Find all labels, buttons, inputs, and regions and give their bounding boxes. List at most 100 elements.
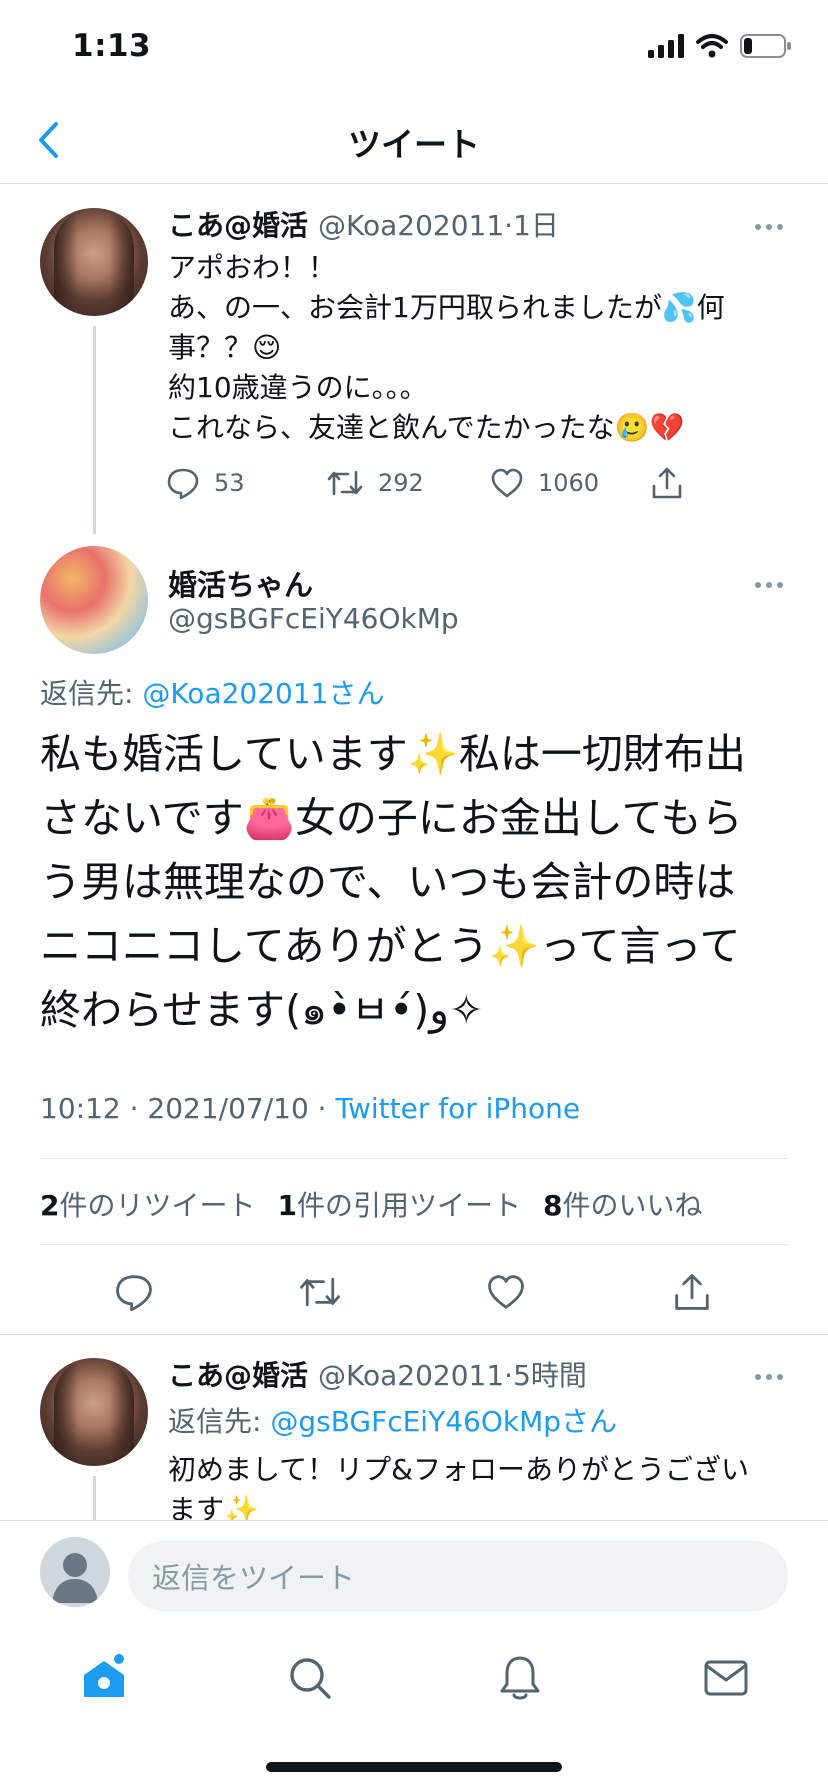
main-actions bbox=[0, 1262, 828, 1322]
status-time: 1:13 bbox=[72, 28, 152, 64]
likes-stat[interactable]: 8件のいいね bbox=[543, 1184, 703, 1224]
wifi-icon bbox=[696, 34, 728, 58]
retweets-stat-count: 2 bbox=[40, 1189, 60, 1222]
tweet1-line: 事？？😌 bbox=[168, 331, 282, 364]
notifications-icon bbox=[500, 1656, 540, 1700]
likes-stat-label: 件のいいね bbox=[562, 1189, 703, 1222]
avatar-koa[interactable] bbox=[40, 1358, 148, 1466]
main-tweet-line: さないです👛女の子にお金出してもら bbox=[40, 794, 743, 842]
home-indicator bbox=[266, 1762, 562, 1772]
reply-input[interactable]: 返信をツイート bbox=[128, 1541, 788, 1611]
tweet3-author-name[interactable]: こあ@婚活 bbox=[168, 1354, 308, 1394]
thread-line bbox=[93, 326, 96, 534]
quotes-stat[interactable]: 1件の引用ツイート bbox=[278, 1184, 522, 1224]
main-retweet-button[interactable] bbox=[290, 1262, 350, 1322]
tweet1-text: アポおわ！！ あ、の一、お会計1万円取られましたが💦何 事？？😌 約10歳違うの… bbox=[168, 248, 788, 448]
main-tweet-text: 私も婚活しています✨私は一切財布出 さないです👛女の子にお金出してもら う男は無… bbox=[40, 722, 800, 1042]
retweets-stat-label: 件のリツイート bbox=[59, 1189, 256, 1222]
tweet1-line: アポおわ！！ bbox=[168, 251, 337, 284]
tweet1-line: あ、の一、お会計1万円取られましたが💦何 bbox=[168, 291, 725, 324]
main-tweet-line: 私も婚活しています✨私は一切財布出 bbox=[40, 730, 746, 778]
tweet1-reply-count: 53 bbox=[214, 469, 245, 497]
retweet-icon bbox=[300, 1277, 340, 1307]
quotes-stat-count: 1 bbox=[277, 1189, 297, 1222]
battery-icon bbox=[740, 34, 791, 58]
source-link[interactable]: Twitter for iPhone bbox=[335, 1092, 580, 1125]
main-author-name[interactable]: 婚活ちゃん bbox=[168, 562, 313, 604]
tweet1-line: これなら、友達と飲んでたかったな🥲💔 bbox=[168, 411, 685, 444]
tab-home[interactable] bbox=[74, 1648, 134, 1708]
tweet3-reply-to: 返信先: @gsBGFcEiY46OkMpさん bbox=[168, 1400, 617, 1440]
tweet1-retweet-count: 292 bbox=[378, 469, 424, 497]
retweets-stat[interactable]: 2件のリツイート bbox=[40, 1184, 256, 1224]
tweet1-time: ·1日 bbox=[504, 209, 559, 242]
share-icon bbox=[652, 467, 682, 499]
main-timestamp: 10:12 · 2021/07/10 · Twitter for iPhone bbox=[40, 1092, 580, 1125]
reply-to-prefix: 返信先: bbox=[168, 1405, 271, 1438]
divider bbox=[0, 1334, 828, 1335]
timestamp-text: 10:12 · 2021/07/10 · bbox=[40, 1092, 336, 1125]
tweet3-header: こあ@婚活 @Koa202011 ·5時間 bbox=[168, 1354, 587, 1394]
tweet3-time: ·5時間 bbox=[504, 1359, 587, 1392]
tweet1-retweet-button[interactable]: 292 bbox=[326, 468, 490, 498]
tweet3-author-handle[interactable]: @Koa202011 bbox=[318, 1359, 504, 1392]
tweet1-header: こあ@婚活 @Koa202011 ·1日 bbox=[168, 204, 559, 244]
likes-stat-count: 8 bbox=[543, 1189, 563, 1222]
tab-messages[interactable] bbox=[696, 1648, 756, 1708]
status-bar: 1:13 bbox=[0, 0, 828, 96]
tweet3-text: 初めまして！リプ&フォローありがとうござい ます✨ bbox=[168, 1450, 788, 1520]
tweet1-like-count: 1060 bbox=[538, 469, 600, 497]
reply-to-link[interactable]: @gsBGFcEiY46OkMpさん bbox=[270, 1405, 617, 1438]
user-avatar[interactable] bbox=[40, 1537, 110, 1607]
like-icon bbox=[491, 468, 523, 498]
tweet1-reply-button[interactable]: 53 bbox=[166, 466, 326, 500]
main-tweet-line: 終わらせます(๑•̀ㅂ•́)و✧ bbox=[40, 986, 484, 1034]
tweet1-author-name[interactable]: こあ@婚活 bbox=[168, 204, 308, 244]
main-like-button[interactable] bbox=[476, 1262, 536, 1322]
main-more-button[interactable] bbox=[754, 566, 784, 596]
main-reply-to: 返信先: @Koa202011さん bbox=[40, 672, 385, 712]
thread-line bbox=[93, 1476, 96, 1520]
tab-bar bbox=[0, 1620, 828, 1740]
page-title: ツイート bbox=[348, 125, 480, 164]
avatar-konkatsu[interactable] bbox=[40, 546, 148, 654]
retweet-icon bbox=[327, 470, 363, 496]
more-icon bbox=[755, 1374, 783, 1380]
main-stats: 2件のリツイート 1件の引用ツイート 8件のいいね bbox=[40, 1184, 703, 1224]
tweet1-like-button[interactable]: 1060 bbox=[490, 467, 650, 499]
reply-icon bbox=[116, 1275, 152, 1312]
main-tweet-line: ニコニコしてありがとう✨って言って bbox=[40, 922, 741, 970]
nav-bar: ツイート bbox=[0, 96, 828, 184]
search-icon bbox=[290, 1658, 331, 1699]
main-reply-button[interactable] bbox=[104, 1262, 164, 1322]
main-author-handle[interactable]: @gsBGFcEiY46OkMp bbox=[168, 602, 459, 635]
signal-icon bbox=[648, 34, 684, 58]
tweet1-share-button[interactable] bbox=[650, 466, 684, 500]
tab-search[interactable] bbox=[280, 1648, 340, 1708]
avatar-koa[interactable] bbox=[40, 208, 148, 316]
reply-to-link[interactable]: @Koa202011さん bbox=[142, 677, 384, 710]
reply-to-prefix: 返信先: bbox=[40, 677, 143, 710]
quotes-stat-label: 件の引用ツイート bbox=[296, 1189, 521, 1222]
tweet1-more-button[interactable] bbox=[754, 208, 784, 238]
tweet3-more-button[interactable] bbox=[754, 1358, 784, 1388]
status-icons bbox=[648, 34, 792, 58]
more-icon bbox=[755, 224, 783, 230]
tweet1-actions: 53 292 1060 bbox=[166, 466, 684, 500]
like-icon bbox=[488, 1275, 524, 1309]
divider bbox=[40, 1244, 788, 1245]
tweet3-line: ます✨ bbox=[168, 1493, 259, 1520]
tweet1-author-handle[interactable]: @Koa202011 bbox=[318, 209, 504, 242]
home-icon bbox=[84, 1654, 124, 1697]
reply-composer: 返信をツイート bbox=[0, 1520, 828, 1616]
tweet1-line: 約10歳違うのに。。。 bbox=[168, 371, 428, 404]
tweet3-line: 初めまして！リプ&フォローありがとうござい bbox=[168, 1453, 749, 1486]
main-share-button[interactable] bbox=[662, 1262, 722, 1322]
tab-notifications[interactable] bbox=[490, 1648, 550, 1708]
reply-icon bbox=[167, 468, 199, 500]
more-icon bbox=[755, 582, 783, 588]
main-tweet-line: う男は無理なので、いつも会計の時は bbox=[40, 858, 736, 906]
default-avatar-icon bbox=[52, 1553, 98, 1603]
messages-icon bbox=[704, 1660, 748, 1696]
divider bbox=[40, 1158, 788, 1159]
